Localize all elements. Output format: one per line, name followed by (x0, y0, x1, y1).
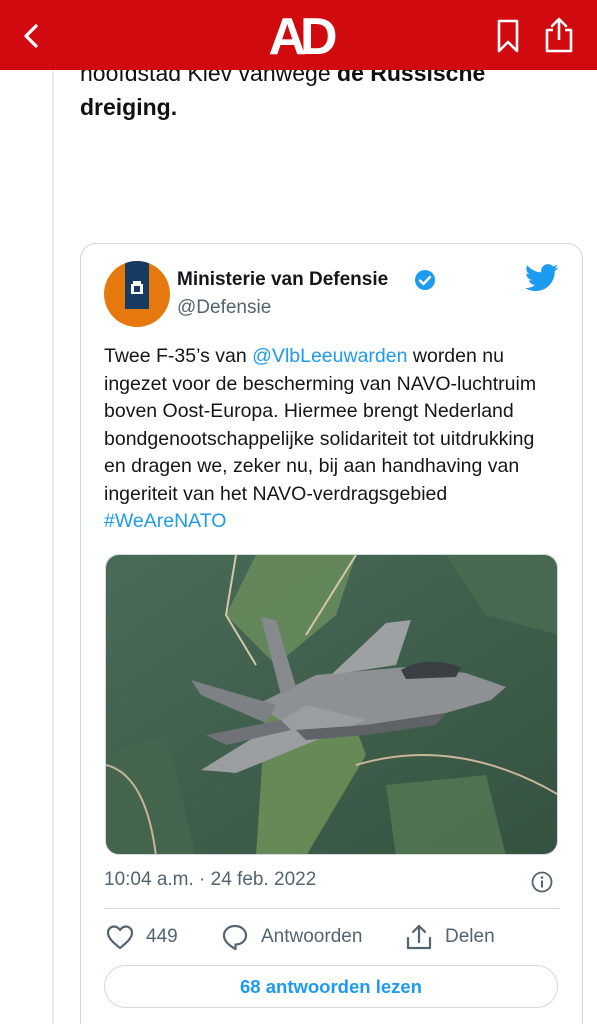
reply-button[interactable]: Antwoorden (221, 922, 362, 952)
share-icon (545, 17, 573, 53)
f35-jet-photo (106, 555, 557, 854)
divider (104, 908, 559, 909)
chevron-left-icon (24, 24, 38, 48)
article-line2-bold: dreiging. (80, 94, 178, 120)
app-header: AD (0, 0, 597, 70)
tweet-text-part1: Twee F-35’s van (104, 345, 253, 367)
mention-link[interactable]: @VlbLeeuwarden (252, 345, 407, 367)
author-name[interactable]: Ministerie van Defensie (177, 269, 388, 291)
heart-icon (106, 925, 134, 950)
like-count: 449 (146, 926, 178, 947)
like-button[interactable]: 449 (106, 922, 178, 952)
crest-icon (131, 281, 143, 294)
embedded-tweet[interactable]: Ministerie van Defensie @Defensie Twee F… (80, 243, 583, 1024)
bookmark-icon (497, 19, 519, 53)
avatar-emblem (125, 261, 149, 309)
article-page: hoofdstad Kiev vanwege de Russische drei… (0, 0, 597, 1024)
info-icon[interactable] (531, 871, 553, 893)
read-replies-button[interactable]: 68 antwoorden lezen (104, 965, 558, 1008)
hashtag-link[interactable]: #WeAreNATO (104, 510, 226, 532)
reply-bubble-icon (222, 924, 248, 951)
tweet-media-photo[interactable] (105, 554, 558, 855)
twitter-bird-icon[interactable] (525, 264, 559, 292)
author-handle[interactable]: @Defensie (177, 297, 271, 319)
margin-rule (52, 70, 54, 1024)
reply-label: Antwoorden (261, 926, 363, 947)
verified-badge-icon (415, 270, 435, 290)
tweet-text-part2: worden nu ingezet voor de bescherming va… (104, 345, 537, 505)
back-button[interactable] (16, 20, 48, 52)
upload-icon (406, 924, 432, 950)
share-tweet-button[interactable]: Delen (405, 922, 495, 952)
tweet-text: Twee F-35’s van @VlbLeeuwarden worden nu… (104, 343, 554, 536)
tweet-timestamp[interactable]: 10:04 a.m. · 24 feb. 2022 (104, 869, 316, 891)
bookmark-button[interactable] (492, 18, 524, 54)
share-label: Delen (445, 926, 495, 947)
avatar[interactable] (104, 261, 170, 327)
ad-logo[interactable]: AD (258, 8, 342, 66)
share-button[interactable] (542, 16, 576, 54)
